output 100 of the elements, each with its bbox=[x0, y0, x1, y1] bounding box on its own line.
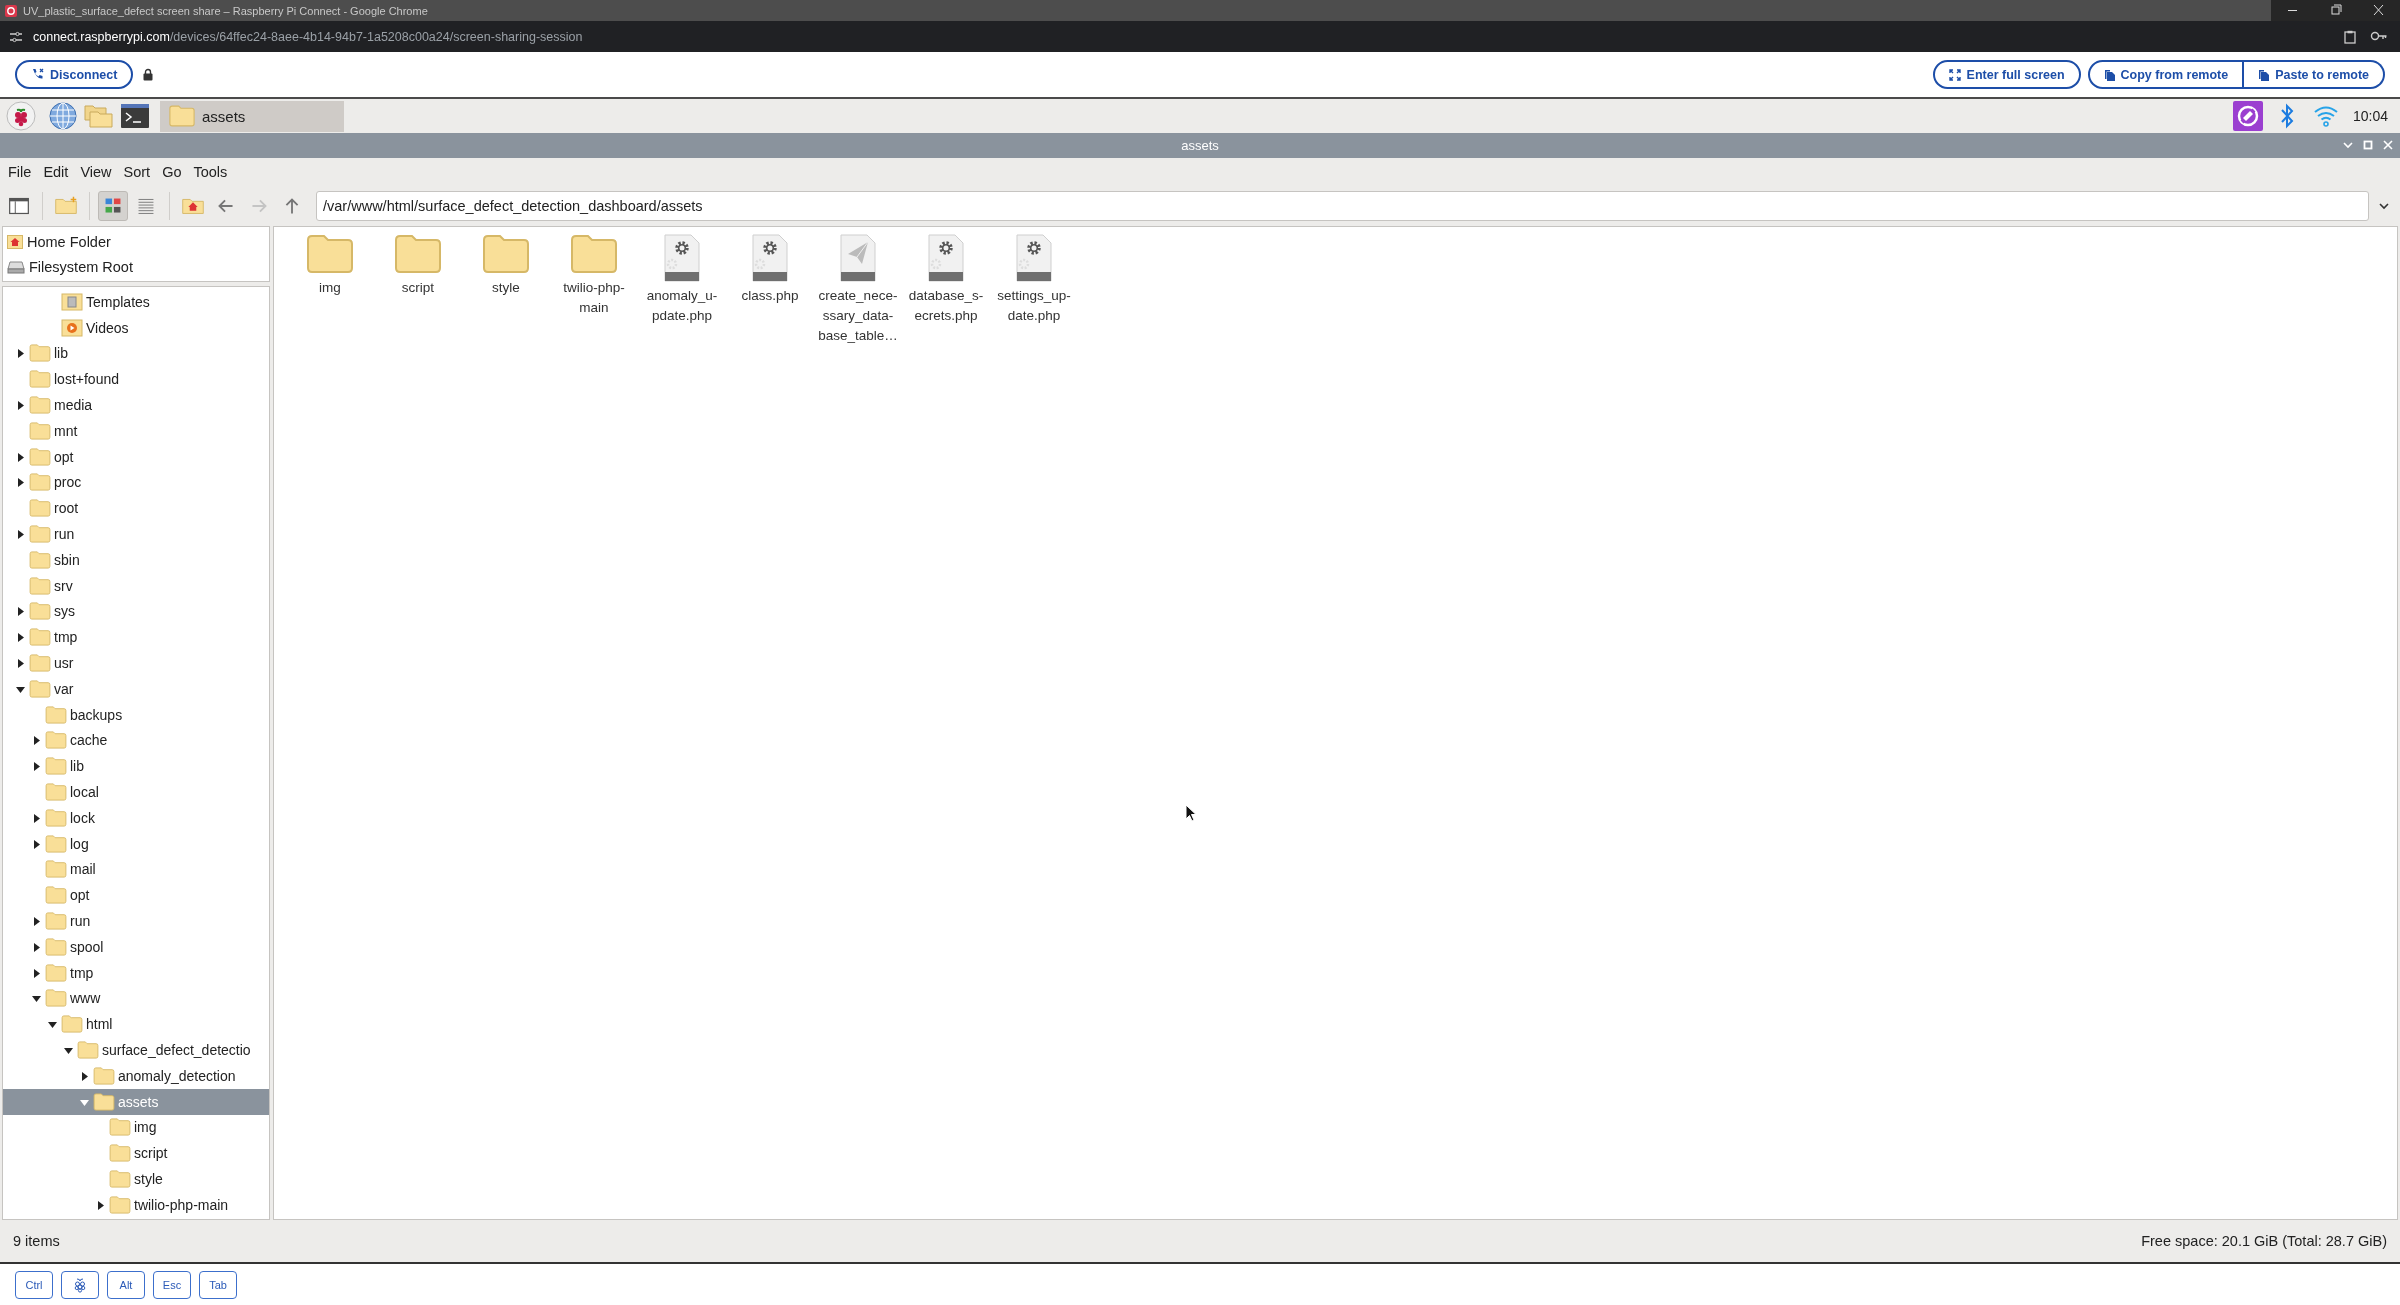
raspberry-menu-icon[interactable] bbox=[6, 101, 36, 131]
places-item[interactable]: Home Folder bbox=[3, 229, 269, 254]
expander-arrow-icon[interactable] bbox=[31, 838, 41, 849]
file-name: create_nece- ssary_data- base_table… bbox=[818, 287, 898, 345]
tree-item[interactable]: tmp bbox=[3, 959, 269, 986]
expander-arrow-icon[interactable] bbox=[15, 477, 25, 488]
raspberry-icon bbox=[73, 1276, 87, 1293]
tree-item[interactable]: cache bbox=[3, 727, 269, 754]
key-button[interactable]: Alt bbox=[107, 1270, 145, 1299]
paste-to-remote-button[interactable]: Paste to remote bbox=[2244, 60, 2385, 89]
expander-arrow-icon[interactable] bbox=[15, 348, 25, 359]
expander-arrow-icon[interactable] bbox=[31, 967, 41, 978]
disconnect-button[interactable]: Disconnect bbox=[15, 60, 134, 89]
address-bar[interactable]: connect.raspberrypi.com/devices/64ffec24-8aee-4b14-94b7-1a5208c00a24/screen-sharing-session bbox=[33, 29, 583, 44]
tree-item[interactable]: run bbox=[3, 908, 269, 934]
site-settings-icon[interactable] bbox=[9, 30, 23, 43]
tree-item[interactable]: lib bbox=[3, 340, 269, 367]
folder-icon bbox=[45, 705, 67, 724]
places-item[interactable]: Filesystem Root bbox=[3, 254, 269, 279]
key-icon[interactable] bbox=[2370, 29, 2388, 42]
folder-icon bbox=[109, 1195, 131, 1214]
folder-icon bbox=[45, 834, 67, 853]
raspberry-key-button[interactable] bbox=[61, 1270, 99, 1299]
folder-icon bbox=[61, 1015, 83, 1034]
menu-item[interactable]: View bbox=[74, 164, 118, 180]
key-button[interactable]: Esc bbox=[153, 1270, 191, 1299]
clipboard-icon[interactable] bbox=[2344, 29, 2356, 44]
icon-view-button[interactable] bbox=[98, 191, 128, 221]
tree-item[interactable]: lost+found bbox=[3, 366, 269, 393]
expander-arrow-icon[interactable] bbox=[79, 1070, 89, 1081]
tree-item[interactable]: media bbox=[3, 392, 269, 418]
expander-arrow-icon[interactable] bbox=[31, 916, 41, 926]
expander-arrow-icon[interactable] bbox=[15, 658, 25, 669]
tree-item[interactable]: mnt bbox=[3, 418, 269, 444]
tree-item[interactable]: root bbox=[3, 495, 269, 522]
tree-item[interactable]: twilio-php-main bbox=[3, 1191, 269, 1218]
tree-item[interactable]: anomaly_detection bbox=[3, 1062, 269, 1089]
fullscreen-button[interactable]: Enter full screen bbox=[1932, 60, 2081, 89]
tree-item[interactable]: usr bbox=[3, 650, 269, 676]
tree-item[interactable]: www bbox=[3, 985, 269, 1012]
expander-arrow-icon[interactable] bbox=[15, 400, 25, 411]
tree-item[interactable]: img bbox=[3, 1114, 269, 1141]
tree-item[interactable]: opt bbox=[3, 882, 269, 909]
tree-item[interactable]: style bbox=[3, 1166, 269, 1192]
tree-item[interactable]: var bbox=[3, 675, 269, 702]
expander-arrow-icon[interactable] bbox=[63, 1045, 73, 1055]
taskbar-window-button[interactable]: assets bbox=[160, 100, 344, 132]
tree-item[interactable]: Videos bbox=[3, 314, 269, 341]
menu-item[interactable]: Edit bbox=[37, 164, 75, 180]
folder-icon bbox=[45, 783, 67, 802]
tree-item[interactable]: log bbox=[3, 830, 269, 857]
tree-item[interactable]: html bbox=[3, 1011, 269, 1038]
tree-item[interactable]: script bbox=[3, 1140, 269, 1167]
tree-item[interactable]: sbin bbox=[3, 546, 269, 573]
expander-arrow-icon[interactable] bbox=[31, 761, 41, 772]
tree-item[interactable]: backups bbox=[3, 701, 269, 728]
expander-arrow-icon[interactable] bbox=[15, 606, 25, 617]
menu-item[interactable]: File bbox=[2, 164, 38, 180]
tree-item[interactable]: Templates bbox=[3, 289, 269, 315]
item-count: 9 items bbox=[13, 1233, 60, 1249]
tree-item[interactable]: proc bbox=[3, 469, 269, 496]
menu-item[interactable]: Go bbox=[156, 164, 188, 180]
tree-item[interactable]: srv bbox=[3, 572, 269, 599]
templates-folder-icon bbox=[61, 292, 83, 311]
expander-arrow-icon[interactable] bbox=[31, 993, 41, 1004]
phone-icon bbox=[31, 68, 44, 81]
folder-icon bbox=[109, 1118, 131, 1137]
expander-arrow-icon[interactable] bbox=[31, 941, 41, 952]
copy-from-remote-button[interactable]: Copy from remote bbox=[2087, 60, 2245, 89]
remote-connect-icon[interactable] bbox=[2232, 101, 2263, 131]
terminal-icon[interactable] bbox=[120, 103, 150, 129]
key-button[interactable]: Tab bbox=[199, 1270, 237, 1299]
folder-icon bbox=[45, 912, 67, 930]
tree-item[interactable]: lock bbox=[3, 804, 269, 831]
folder-icon bbox=[29, 421, 51, 440]
videos-folder-icon bbox=[61, 318, 83, 337]
expander-arrow-icon[interactable] bbox=[31, 735, 41, 746]
tree-item[interactable]: run bbox=[3, 521, 269, 547]
folder-icon bbox=[93, 1066, 115, 1085]
globe-icon[interactable] bbox=[48, 101, 78, 131]
expander-arrow-icon[interactable] bbox=[15, 632, 25, 643]
menu-item[interactable]: Sort bbox=[117, 164, 157, 180]
expander-arrow-icon[interactable] bbox=[31, 812, 41, 823]
expander-arrow-icon[interactable] bbox=[95, 1199, 105, 1210]
tree-item[interactable]: lib bbox=[3, 753, 269, 780]
folder-icon bbox=[482, 234, 530, 274]
expander-arrow-icon[interactable] bbox=[15, 451, 25, 462]
tree-item[interactable]: spool bbox=[3, 933, 269, 960]
tree-item[interactable]: surface_defect_detectio bbox=[3, 1037, 269, 1063]
key-button[interactable]: Ctrl bbox=[15, 1270, 53, 1299]
tree-item[interactable]: sys bbox=[3, 598, 269, 625]
tree-item[interactable]: opt bbox=[3, 443, 269, 470]
tree-item[interactable]: mail bbox=[3, 856, 269, 883]
tree-item[interactable]: tmp bbox=[3, 624, 269, 651]
path-field[interactable]: /var/www/html/surface_defect_detection_dashboard/assets bbox=[316, 191, 2369, 221]
gear-file-icon bbox=[1014, 234, 1054, 282]
expander-arrow-icon[interactable] bbox=[47, 1019, 57, 1030]
tree-item[interactable]: local bbox=[3, 779, 269, 805]
expander-arrow-icon[interactable] bbox=[15, 529, 25, 540]
menu-item[interactable]: Tools bbox=[187, 164, 234, 180]
